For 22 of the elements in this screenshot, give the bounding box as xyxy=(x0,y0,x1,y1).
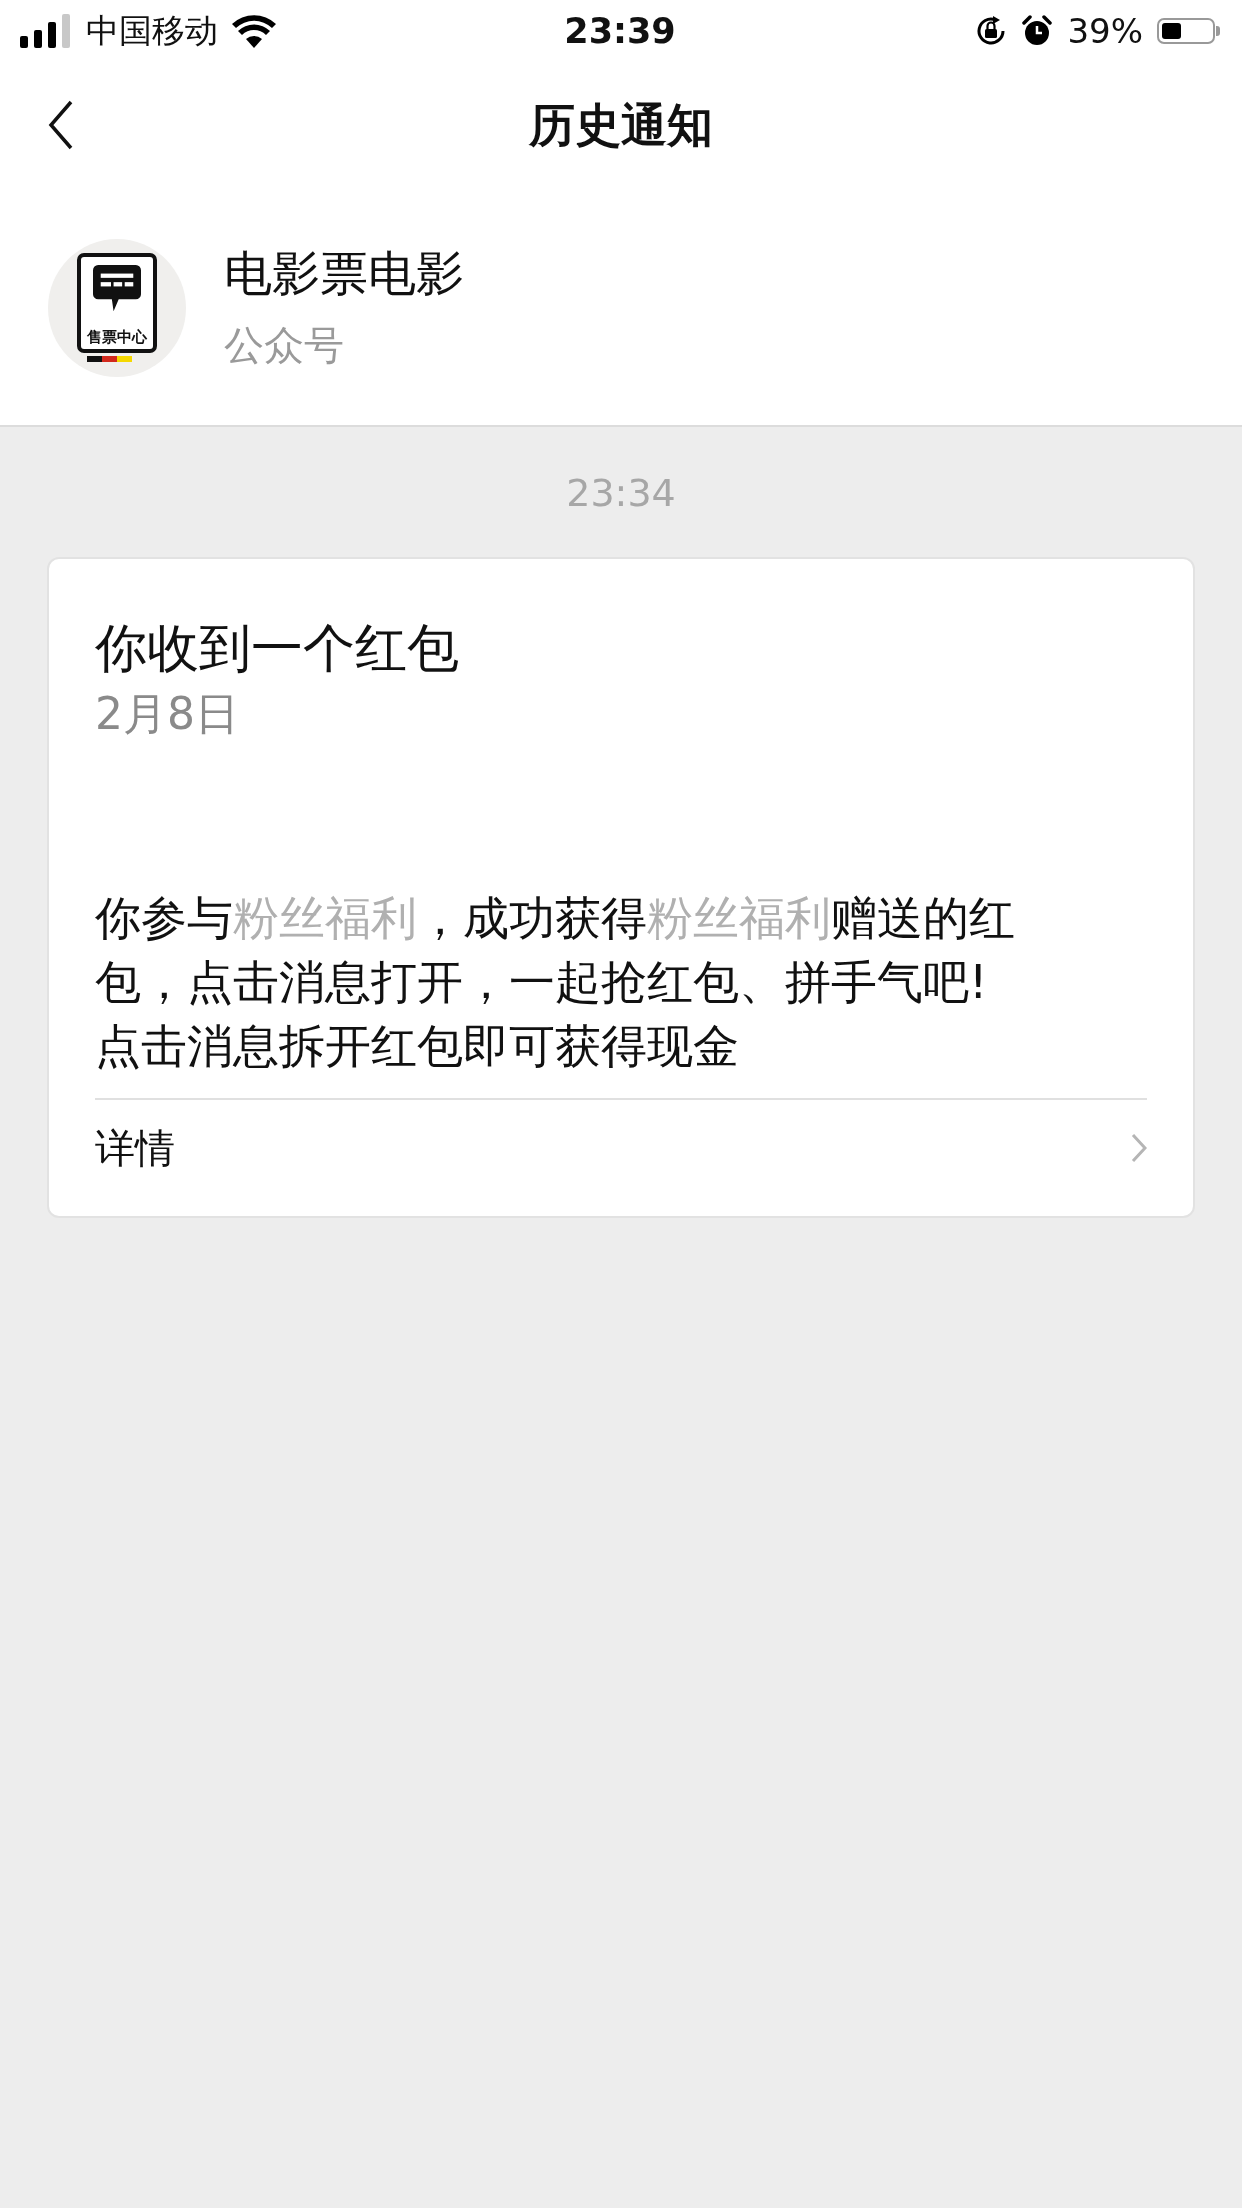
message-note: 点击消息拆开红包即可获得现金 xyxy=(95,1018,740,1076)
alarm-icon xyxy=(1021,15,1054,47)
carrier-name: 中国移动 xyxy=(86,9,218,52)
status-time: 23:39 xyxy=(564,11,676,51)
chevron-right-icon xyxy=(1131,1133,1147,1164)
details-label: 详情 xyxy=(95,1123,175,1173)
message-text: 你参与粉丝福利，成功获得粉丝福利赠送的红包，点击消息打开，一起抢红包、拼手气吧! xyxy=(95,890,1016,1012)
details-link[interactable]: 详情 xyxy=(95,1098,1147,1217)
back-button[interactable] xyxy=(48,100,74,150)
signal-icon xyxy=(20,14,72,48)
account-name: 电影票电影 xyxy=(224,244,464,303)
message-date: 2月8日 xyxy=(95,687,240,742)
chat-bubble-icon xyxy=(93,265,141,313)
account-type: 公众号 xyxy=(224,321,345,370)
battery-icon xyxy=(1157,18,1220,44)
wifi-icon xyxy=(232,14,276,48)
page-title: 历史通知 xyxy=(529,97,713,154)
message-card[interactable]: 你收到一个红包 2月8日 你参与粉丝福利，成功获得粉丝福利赠送的红包，点击消息打开，一起抢红包、拼手气吧! 点击消息拆开红包即可获得现金 详情 xyxy=(47,557,1195,1219)
logo-text: 售票中心 xyxy=(87,330,147,345)
message-time: 23:34 xyxy=(566,471,676,515)
message-title: 你收到一个红包 xyxy=(95,617,460,680)
battery-percent: 39% xyxy=(1067,11,1143,51)
